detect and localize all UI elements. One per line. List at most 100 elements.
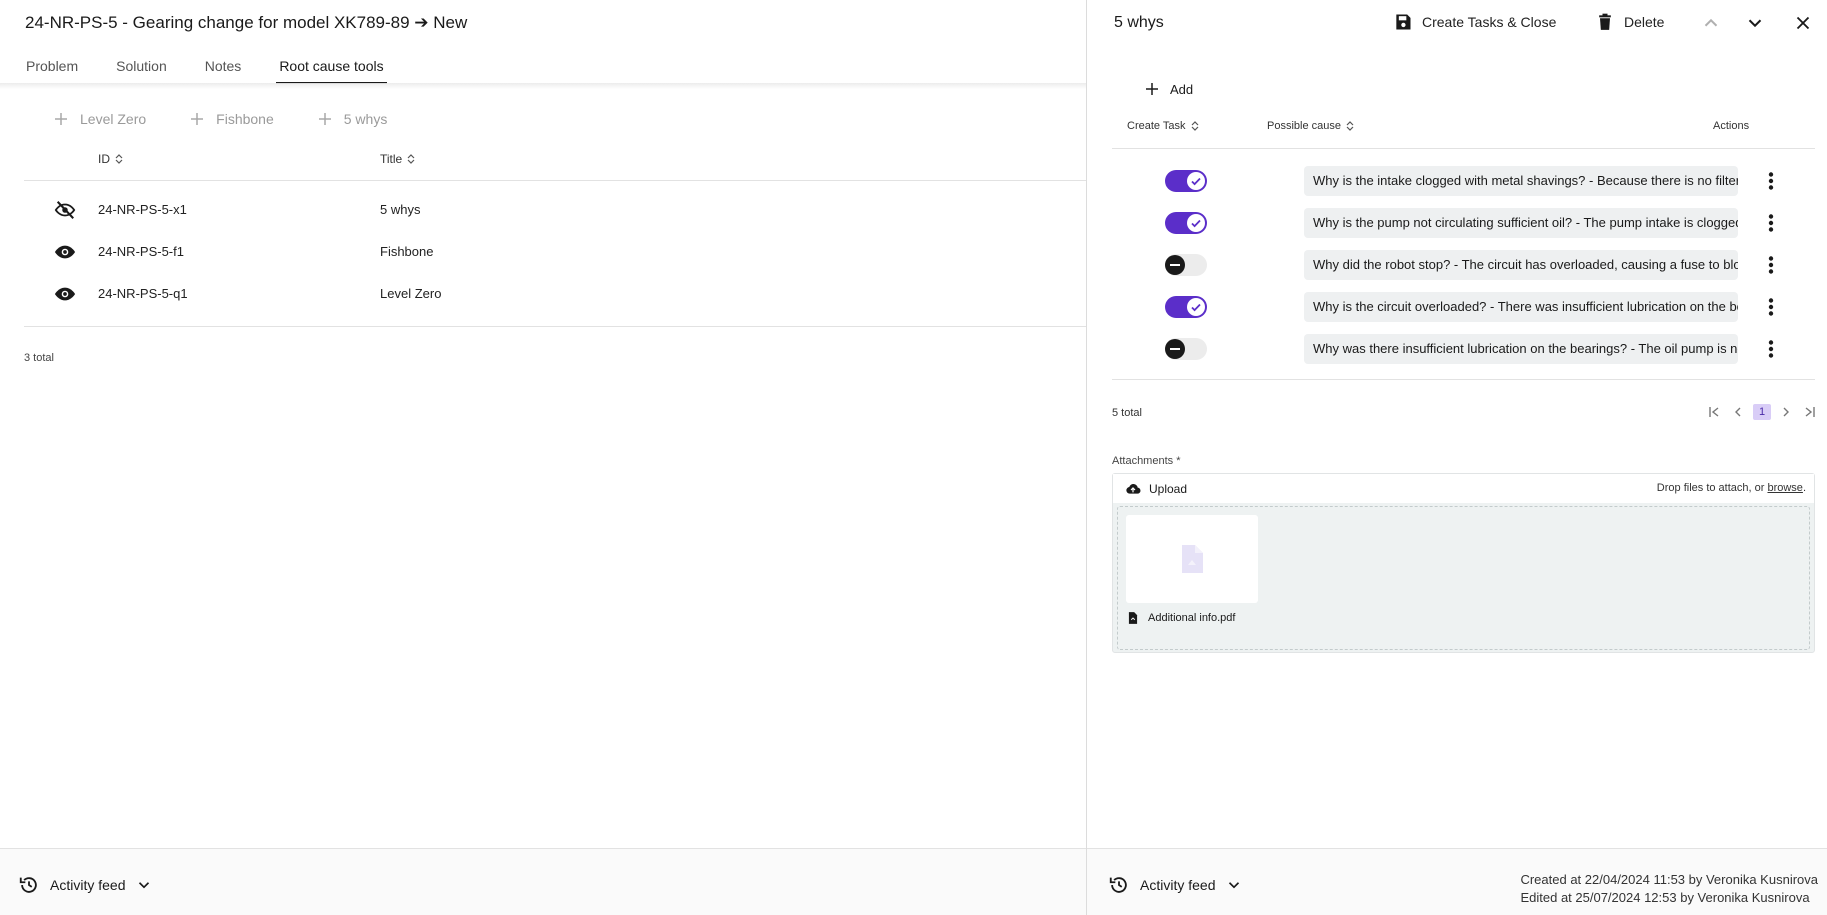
add-level-zero-label: Level Zero [80,111,147,127]
attachments-box: Upload Drop files to attach, or browse. … [1112,473,1815,653]
minus-icon [1165,255,1185,275]
create-task-toggle[interactable] [1165,212,1207,234]
create-task-toggle[interactable] [1165,254,1207,276]
chevron-down-icon [139,882,150,889]
right-total-count: 5 total [1112,407,1142,419]
next-page-icon[interactable] [1778,404,1794,420]
left-total-count: 3 total [24,352,54,364]
chevron-up-icon[interactable] [1700,12,1722,34]
browse-link[interactable]: browse [1767,482,1802,494]
file-thumbnail[interactable] [1126,515,1258,603]
column-actions-label: Actions [1713,120,1750,132]
column-title[interactable]: Title [380,152,416,166]
add-cause-label: Add [1170,81,1194,97]
eye-icon[interactable] [54,283,76,305]
table-divider [24,326,1086,327]
tools-table-header: ID Title [24,150,1086,181]
check-icon [1187,298,1205,316]
trash-icon [1599,13,1611,30]
eye-off-icon[interactable] [54,199,76,221]
more-vertical-icon[interactable] [1760,296,1782,318]
first-page-icon[interactable] [1706,404,1722,420]
delete-label: Delete [1624,14,1665,30]
possible-cause-field[interactable]: Why was there insufficient lubrication o… [1304,334,1738,364]
upload-label: Upload [1149,482,1188,496]
add-5-whys-label: 5 whys [343,111,388,127]
tab-problem[interactable]: Problem [25,56,79,84]
sort-icon [115,154,123,164]
column-title-label: Title [380,152,403,166]
plus-icon [55,113,67,125]
more-vertical-icon[interactable] [1760,170,1782,192]
more-vertical-icon[interactable] [1760,338,1782,360]
check-icon [1187,172,1205,190]
more-vertical-icon[interactable] [1760,254,1782,276]
chevron-down-icon [1229,882,1240,889]
tabs-divider [0,83,1086,89]
cloud-upload-icon [1126,484,1141,494]
plus-icon [318,113,331,125]
row-id: 24-NR-PS-5-f1 [98,244,184,259]
add-cause-button[interactable]: Add [1143,80,1193,98]
possible-cause-field[interactable]: Why did the robot stop? - The circuit ha… [1304,250,1738,280]
drop-hint-text: Drop files to attach, or [1656,482,1768,494]
row-title: 5 whys [380,202,421,217]
close-icon[interactable] [1792,12,1814,34]
possible-cause-field[interactable]: Why is the intake clogged with metal sha… [1304,166,1738,196]
delete-button[interactable]: Delete [1595,12,1664,32]
dropzone[interactable]: Additional info.pdf [1117,506,1810,650]
drop-hint-suffix: . [1802,482,1806,494]
add-level-zero-button[interactable]: Level Zero [52,110,146,128]
upload-bar: Upload Drop files to attach, or browse. [1113,474,1814,503]
tab-solution[interactable]: Solution [115,56,168,84]
column-id[interactable]: ID [98,152,124,166]
add-fishbone-button[interactable]: Fishbone [188,110,274,128]
cause-row: Why is the circuit overloaded? - There w… [1112,285,1815,327]
activity-feed-label: Activity feed [50,877,126,893]
table-divider [1112,379,1815,380]
plus-icon [1146,83,1158,95]
upload-button[interactable]: Upload [1125,481,1187,497]
table-row[interactable]: 24-NR-PS-5-f1 Fishbone [24,231,1086,273]
check-icon [1187,214,1205,232]
last-page-icon[interactable] [1802,404,1818,420]
created-info: Created at 22/04/2024 11:53 by Veronika … [1520,872,1818,887]
minus-icon [1165,339,1185,359]
detail-toolbar: Create Tasks & Close Delete [1087,12,1827,36]
attachments-label: Attachments * [1112,455,1181,467]
tab-bar: Problem Solution Notes Root cause tools [25,56,421,84]
pagination: 1 [1702,404,1822,420]
drop-hint: Drop files to attach, or browse. [1657,482,1806,494]
create-task-toggle[interactable] [1165,338,1207,360]
history-icon [19,877,37,893]
activity-feed-toggle[interactable]: Activity feed [18,874,153,896]
save-icon [1396,14,1411,30]
chevron-down-icon[interactable] [1744,12,1766,34]
file-name[interactable]: Additional info.pdf [1126,611,1235,625]
create-tasks-close-label: Create Tasks & Close [1422,14,1557,30]
page-number[interactable]: 1 [1753,404,1771,420]
record-meta: Created at 22/04/2024 11:53 by Veronika … [1520,871,1818,907]
tab-notes[interactable]: Notes [204,56,243,84]
create-tasks-close-button[interactable]: Create Tasks & Close [1393,12,1556,32]
table-row[interactable]: 24-NR-PS-5-x1 5 whys [24,189,1086,231]
history-icon [1109,877,1127,893]
tab-root-cause-tools[interactable]: Root cause tools [276,56,387,84]
prev-page-icon[interactable] [1730,404,1746,420]
table-row[interactable]: 24-NR-PS-5-q1 Level Zero [24,273,1086,315]
column-create-task[interactable]: Create Task [1127,120,1200,132]
sort-icon [1191,121,1198,131]
column-possible-cause[interactable]: Possible cause [1267,120,1355,132]
create-task-toggle[interactable] [1165,170,1207,192]
add-tool-bar: Level Zero Fishbone 5 whys [52,110,429,128]
activity-feed-toggle[interactable]: Activity feed [1108,874,1243,896]
possible-cause-field[interactable]: Why is the pump not circulating sufficie… [1304,208,1738,238]
possible-cause-field[interactable]: Why is the circuit overloaded? - There w… [1304,292,1738,322]
causes-table-header: Create Task Possible cause Actions [1112,117,1815,149]
file-icon [1128,612,1138,624]
main-panel: 24-NR-PS-5 - Gearing change for model XK… [0,0,1086,915]
create-task-toggle[interactable] [1165,296,1207,318]
add-5-whys-button[interactable]: 5 whys [316,110,388,128]
more-vertical-icon[interactable] [1760,212,1782,234]
eye-icon[interactable] [54,241,76,263]
